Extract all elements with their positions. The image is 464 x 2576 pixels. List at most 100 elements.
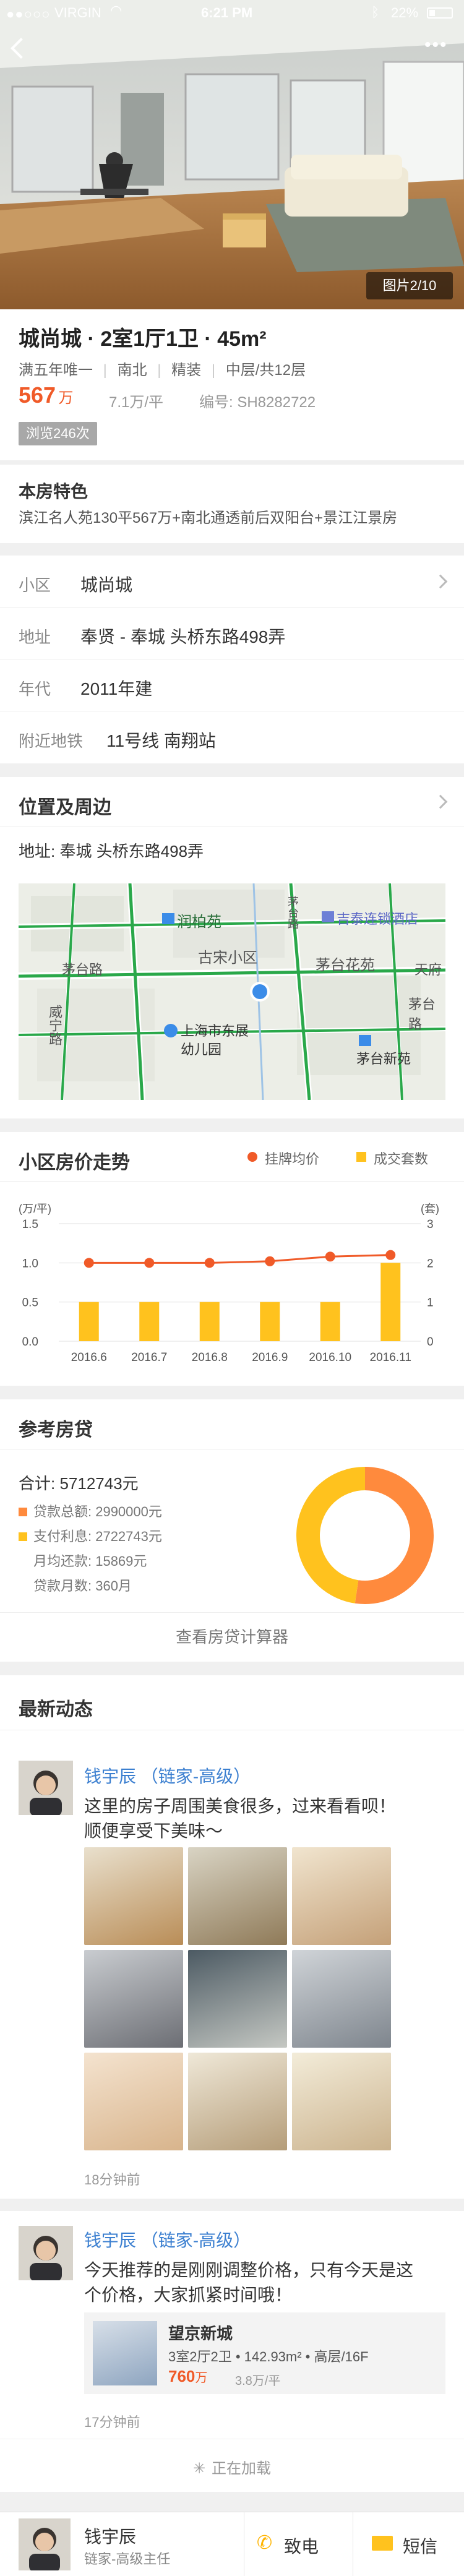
location-section: 位置及周边 地址: 奉城 头桥东路498弄 润柏苑 吉泰连锁酒店 古宋小区 茅台… bbox=[0, 777, 464, 1118]
detail-value: 11号线 南翔站 bbox=[106, 731, 216, 750]
detail-value: 2011年建 bbox=[80, 679, 153, 698]
views-badge: 浏览246次 bbox=[19, 422, 97, 445]
features-heading: 本房特色 bbox=[19, 482, 88, 501]
tag: 满五年唯一 bbox=[19, 362, 93, 379]
features-text: 滨江名人苑130平567万+南北通透前后双阳台+景江江景房 bbox=[19, 510, 398, 526]
x-tick-label: 2016.9 bbox=[252, 1351, 288, 1364]
series-line bbox=[88, 1254, 391, 1264]
post-author[interactable]: 钱宇辰 （链家-高级） bbox=[84, 1763, 251, 1788]
detail-value: 城尚城 bbox=[80, 575, 133, 595]
price-trend-header: 小区房价走势 挂牌均价 成交套数 bbox=[0, 1132, 464, 1182]
agent-title: 链家-高级主任 bbox=[84, 2551, 171, 2567]
donut-slice bbox=[296, 1467, 366, 1604]
line-point bbox=[325, 1252, 335, 1262]
news-section: 最新动态 钱宇辰 （链家-高级） 这里的房子周围美食很多，过来看看呗！ 顺便享受… bbox=[0, 1675, 464, 2492]
bar bbox=[320, 1302, 340, 1341]
news-heading: 最新动态 bbox=[19, 1699, 93, 1720]
y-tick-left: 1.5 bbox=[22, 1218, 38, 1231]
tag-divider: | bbox=[211, 362, 216, 379]
post-avatar[interactable] bbox=[19, 2226, 73, 2280]
map-label: 上海市东展幼儿园 bbox=[181, 1023, 249, 1057]
tag: 中层/共12层 bbox=[225, 362, 306, 379]
price-trend-section: 小区房价走势 挂牌均价 成交套数 (万/平) (套) 1.5 3 1.0 2 0.5 1 0… bbox=[0, 1132, 464, 1386]
map-label: 古宋小区 bbox=[198, 950, 257, 966]
map-label: 茅台路 bbox=[286, 896, 299, 929]
bar bbox=[79, 1302, 99, 1341]
agent-avatar[interactable] bbox=[19, 2518, 71, 2570]
post-photo[interactable] bbox=[188, 2053, 287, 2150]
detail-label: 小区 bbox=[19, 576, 51, 595]
location-header[interactable]: 位置及周边 bbox=[0, 777, 464, 826]
call-button[interactable]: ✆ 致电 bbox=[244, 2512, 353, 2576]
listing-info: 城尚城 · 2室1厅1卫 · 45m² 满五年唯一 | 南北 | 精装 | 中层… bbox=[0, 309, 464, 460]
post-photo[interactable] bbox=[84, 1847, 183, 1945]
listing-price: 567 万 bbox=[19, 382, 74, 408]
chevron-right-icon bbox=[433, 574, 448, 589]
detail-row-community[interactable]: 小区 城尚城 bbox=[0, 556, 464, 608]
hero-photo[interactable] bbox=[0, 0, 464, 309]
post-photo[interactable] bbox=[292, 1847, 391, 1945]
price-trend-heading: 小区房价走势 bbox=[19, 1153, 130, 1173]
map-label: 茅台新苑 bbox=[356, 1051, 411, 1067]
post-text: 个价格，大家抓紧时间哦！ bbox=[84, 2285, 293, 2304]
map-label: 吉泰连锁酒店 bbox=[337, 911, 419, 927]
interest-swatch bbox=[19, 1532, 27, 1541]
agent-bar: 钱宇辰 链家-高级主任 ✆ 致电 短信 bbox=[0, 2512, 464, 2576]
location-map[interactable]: 润柏苑 吉泰连锁酒店 古宋小区 茅台花苑 天府 茅台路 茅台路 威宁路 上海市东… bbox=[19, 883, 445, 1100]
x-tick-label: 2016.8 bbox=[192, 1351, 228, 1364]
legend-bar-marker bbox=[356, 1152, 366, 1162]
loan-heading: 参考房贷 bbox=[19, 1420, 93, 1440]
post-photo[interactable] bbox=[188, 1847, 287, 1945]
bar bbox=[139, 1302, 160, 1341]
listing-title: 城尚城 · 2室1厅1卫 · 45m² bbox=[19, 327, 267, 351]
line-point bbox=[385, 1250, 396, 1260]
listing-card[interactable]: 望京新城 3室2厅2卫 • 142.93m² • 高层/16F 760万 3.8… bbox=[84, 2312, 445, 2394]
y-tick-right: 3 bbox=[427, 1218, 434, 1231]
sms-button[interactable]: 短信 bbox=[353, 2512, 464, 2576]
legend-line-label: 挂牌均价 bbox=[265, 1151, 320, 1167]
location-heading: 位置及周边 bbox=[19, 797, 111, 818]
chevron-right-icon bbox=[433, 794, 448, 809]
post-time: 17分钟前 bbox=[84, 2415, 140, 2430]
battery-label: 22% bbox=[391, 5, 419, 20]
agent-name: 钱宇辰 bbox=[84, 2527, 137, 2546]
wifi-icon: ◠ bbox=[110, 2, 122, 18]
loan-monthly: 月均还款: 15869元 bbox=[33, 1553, 147, 1569]
tag-divider: | bbox=[157, 362, 161, 379]
listing-card-title: 望京新城 bbox=[168, 2324, 233, 2343]
envelope-icon bbox=[372, 2536, 393, 2551]
details-section: 小区 城尚城 地址 奉贤 - 奉城 头桥东路498弄 年代 2011年建 附近地… bbox=[0, 556, 464, 763]
detail-label: 年代 bbox=[19, 680, 51, 698]
map-label: 茅台路 bbox=[62, 962, 103, 977]
features-section: 本房特色 滨江名人苑130平567万+南北通透前后双阳台+景江江景房 bbox=[0, 464, 464, 543]
listing-card-price: 760万 bbox=[168, 2367, 207, 2386]
loan-calculator-link[interactable]: 查看房贷计算器 bbox=[0, 1612, 464, 1662]
card-price-unit: 万 bbox=[195, 2371, 208, 2385]
carrier-label: VIRGIN bbox=[54, 5, 101, 20]
post-photo[interactable] bbox=[292, 1950, 391, 2048]
listing-tags: 满五年唯一 | 南北 | 精装 | 中层/共12层 bbox=[19, 358, 306, 379]
post-photo[interactable] bbox=[188, 1950, 287, 2048]
post-text: 这里的房子周围美食很多，过来看看呗！ bbox=[84, 1797, 397, 1816]
detail-value: 奉贤 - 奉城 头桥东路498弄 bbox=[80, 627, 286, 646]
loan-principal: 贷款总额: 2990000元 bbox=[33, 1504, 162, 1519]
loan-months: 贷款月数: 360月 bbox=[33, 1578, 132, 1594]
map-label: 天府 bbox=[415, 962, 442, 977]
price-value: 567 bbox=[19, 382, 56, 408]
y-tick-right: 1 bbox=[427, 1297, 434, 1310]
line-point bbox=[144, 1258, 155, 1268]
post-photo[interactable] bbox=[84, 1950, 183, 2048]
more-icon[interactable]: ••• bbox=[424, 35, 448, 56]
time-label: 6:21 PM bbox=[201, 5, 253, 20]
listing-card-unit-price: 3.8万/平 bbox=[235, 2374, 281, 2388]
loading-indicator: ✳ 正在加载 bbox=[0, 2456, 464, 2478]
post-photo[interactable] bbox=[84, 2053, 183, 2150]
card-price-value: 760 bbox=[168, 2367, 195, 2385]
loan-interest-row: 支付利息: 2722743元 bbox=[19, 1526, 162, 1545]
post-avatar[interactable] bbox=[19, 1761, 73, 1815]
map-label: 润柏苑 bbox=[177, 914, 221, 930]
bar bbox=[260, 1302, 280, 1341]
post-photo[interactable] bbox=[292, 2053, 391, 2150]
line-point bbox=[84, 1258, 94, 1268]
post-author[interactable]: 钱宇辰 （链家-高级） bbox=[84, 2227, 251, 2252]
